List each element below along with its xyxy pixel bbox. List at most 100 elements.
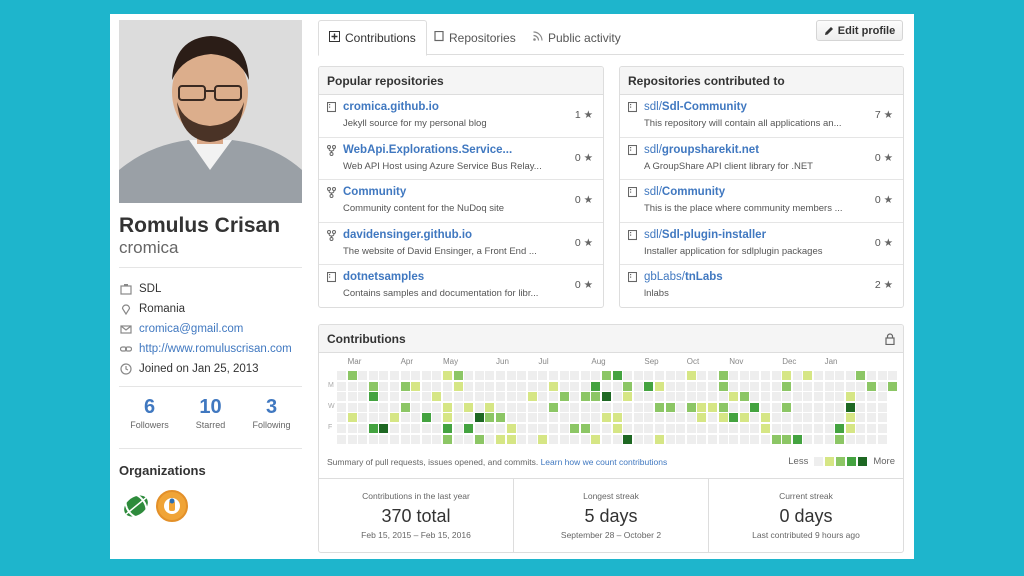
contribution-day[interactable] <box>856 392 866 402</box>
contribution-day[interactable] <box>761 434 770 444</box>
contribution-day[interactable] <box>421 392 431 402</box>
contribution-day[interactable] <box>496 381 505 391</box>
contribution-day[interactable] <box>474 434 484 444</box>
contribution-day[interactable] <box>400 381 410 391</box>
contribution-day[interactable] <box>655 392 664 402</box>
repo-name[interactable]: sdl/Sdl-plugin-installer <box>644 229 766 241</box>
contribution-day[interactable] <box>718 413 728 423</box>
contribution-day[interactable] <box>835 434 845 444</box>
contribution-day[interactable] <box>686 424 696 433</box>
contribution-day[interactable] <box>527 434 537 444</box>
contribution-day[interactable] <box>358 381 368 391</box>
contribution-day[interactable] <box>655 402 664 412</box>
contribution-day[interactable] <box>633 381 643 391</box>
contribution-day[interactable] <box>644 424 654 433</box>
repo-name[interactable]: sdl/Sdl-Community <box>644 101 747 113</box>
contribution-day[interactable] <box>432 402 442 412</box>
contribution-day[interactable] <box>464 434 474 444</box>
contribution-day[interactable] <box>421 434 431 444</box>
contribution-day[interactable] <box>697 424 707 433</box>
lock-icon[interactable] <box>885 332 895 345</box>
contribution-day[interactable] <box>591 413 601 423</box>
repo-name[interactable]: dotnetsamples <box>343 271 424 283</box>
contribution-day[interactable] <box>814 392 823 402</box>
contribution-day[interactable] <box>347 381 357 391</box>
contribution-day[interactable] <box>337 434 346 444</box>
contribution-day[interactable] <box>443 392 452 402</box>
contribution-day[interactable] <box>570 381 580 391</box>
contribution-day[interactable] <box>337 413 346 423</box>
contribution-day[interactable] <box>379 371 389 380</box>
contribution-day[interactable] <box>623 392 633 402</box>
contribution-day[interactable] <box>856 434 866 444</box>
contribution-day[interactable] <box>676 413 686 423</box>
contribution-day[interactable] <box>739 371 749 380</box>
contribution-day[interactable] <box>485 381 495 391</box>
contribution-day[interactable] <box>697 371 707 380</box>
contribution-day[interactable] <box>379 434 389 444</box>
contribution-day[interactable] <box>867 413 876 423</box>
contribution-day[interactable] <box>496 413 505 423</box>
contribution-day[interactable] <box>750 434 760 444</box>
contribution-day[interactable] <box>888 381 898 391</box>
contribution-day[interactable] <box>623 371 633 380</box>
contribution-day[interactable] <box>591 381 601 391</box>
contribution-day[interactable] <box>358 402 368 412</box>
contribution-day[interactable] <box>337 424 346 433</box>
contribution-day[interactable] <box>602 392 611 402</box>
contribution-day[interactable] <box>368 371 378 380</box>
contribution-day[interactable] <box>750 371 760 380</box>
tab-repositories[interactable]: Repositories <box>424 20 526 55</box>
contribution-day[interactable] <box>824 434 834 444</box>
contribution-day[interactable] <box>570 371 580 380</box>
contribution-day[interactable] <box>761 413 770 423</box>
contribution-day[interactable] <box>549 413 558 423</box>
contribution-day[interactable] <box>676 424 686 433</box>
contribution-day[interactable] <box>708 371 717 380</box>
contribution-day[interactable] <box>559 371 569 380</box>
contribution-day[interactable] <box>686 413 696 423</box>
contribution-day[interactable] <box>665 434 675 444</box>
contribution-day[interactable] <box>824 424 834 433</box>
contribution-day[interactable] <box>400 392 410 402</box>
contribution-day[interactable] <box>718 371 728 380</box>
contribution-day[interactable] <box>633 402 643 412</box>
contribution-day[interactable] <box>877 402 887 412</box>
contribution-day[interactable] <box>368 424 378 433</box>
contribution-day[interactable] <box>464 413 474 423</box>
repo-name[interactable]: sdl/groupsharekit.net <box>644 144 759 156</box>
contribution-day[interactable] <box>644 413 654 423</box>
contribution-day[interactable] <box>570 434 580 444</box>
contribution-day[interactable] <box>761 381 770 391</box>
contribution-day[interactable] <box>676 371 686 380</box>
contribution-day[interactable] <box>517 434 527 444</box>
contribution-day[interactable] <box>665 402 675 412</box>
contribution-day[interactable] <box>538 413 548 423</box>
contribution-day[interactable] <box>400 413 410 423</box>
followers-stat[interactable]: 6 Followers <box>119 396 180 430</box>
contribution-day[interactable] <box>411 381 421 391</box>
repo-name[interactable]: davidensinger.github.io <box>343 229 472 241</box>
contribution-day[interactable] <box>570 413 580 423</box>
contribution-day[interactable] <box>665 413 675 423</box>
contribution-day[interactable] <box>432 434 442 444</box>
tab-public-activity[interactable]: Public activity <box>523 20 631 55</box>
contribution-day[interactable] <box>845 371 855 380</box>
following-stat[interactable]: 3 Following <box>241 396 302 430</box>
contribution-day[interactable] <box>538 434 548 444</box>
contribution-day[interactable] <box>761 392 770 402</box>
contribution-day[interactable] <box>443 413 452 423</box>
contribution-day[interactable] <box>527 413 537 423</box>
contribution-day[interactable] <box>591 392 601 402</box>
contribution-day[interactable] <box>527 424 537 433</box>
contribution-day[interactable] <box>347 434 357 444</box>
contribution-day[interactable] <box>485 424 495 433</box>
avatar[interactable] <box>119 20 302 203</box>
contribution-day[interactable] <box>686 381 696 391</box>
contribution-day[interactable] <box>506 402 516 412</box>
contribution-day[interactable] <box>655 424 664 433</box>
contribution-day[interactable] <box>718 434 728 444</box>
contribution-day[interactable] <box>421 371 431 380</box>
contribution-day[interactable] <box>623 381 633 391</box>
contribution-day[interactable] <box>750 413 760 423</box>
